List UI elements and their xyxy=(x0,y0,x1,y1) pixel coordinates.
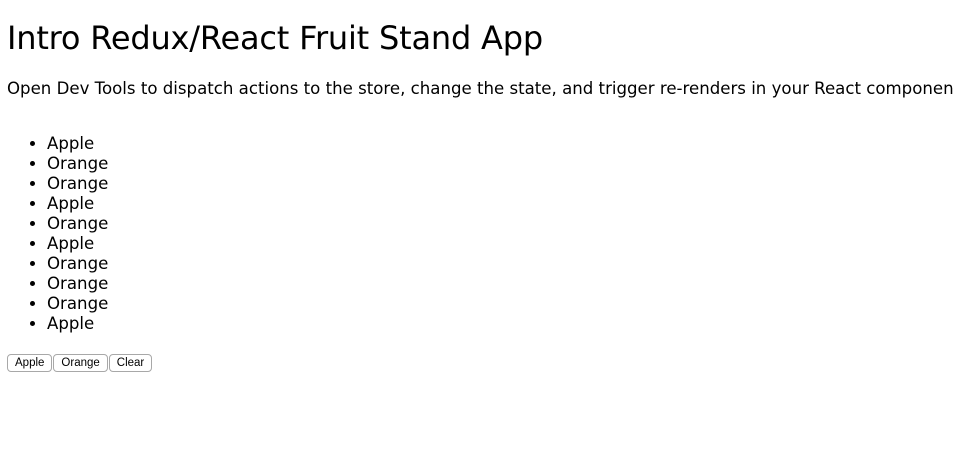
page-subtitle: Open Dev Tools to dispatch actions to th… xyxy=(7,79,954,98)
list-item: Apple xyxy=(47,194,108,214)
list-item: Orange xyxy=(47,154,108,174)
list-item: Orange xyxy=(47,274,108,294)
clear-button[interactable]: Clear xyxy=(108,354,153,372)
list-item: Orange xyxy=(47,214,108,234)
list-item: Apple xyxy=(47,314,108,334)
list-item: Orange xyxy=(47,174,108,194)
fruit-list: Apple Orange Orange Apple Orange Apple O… xyxy=(0,134,108,334)
page-title: Intro Redux/React Fruit Stand App xyxy=(7,19,543,57)
list-item: Orange xyxy=(47,254,108,274)
list-item: Apple xyxy=(47,234,108,254)
orange-button[interactable]: Orange xyxy=(53,354,108,372)
list-item: Orange xyxy=(47,294,108,314)
apple-button[interactable]: Apple xyxy=(7,354,53,372)
page: Intro Redux/React Fruit Stand App Open D… xyxy=(0,0,954,458)
list-item: Apple xyxy=(47,134,108,154)
button-row: Apple Orange Clear xyxy=(7,354,153,372)
